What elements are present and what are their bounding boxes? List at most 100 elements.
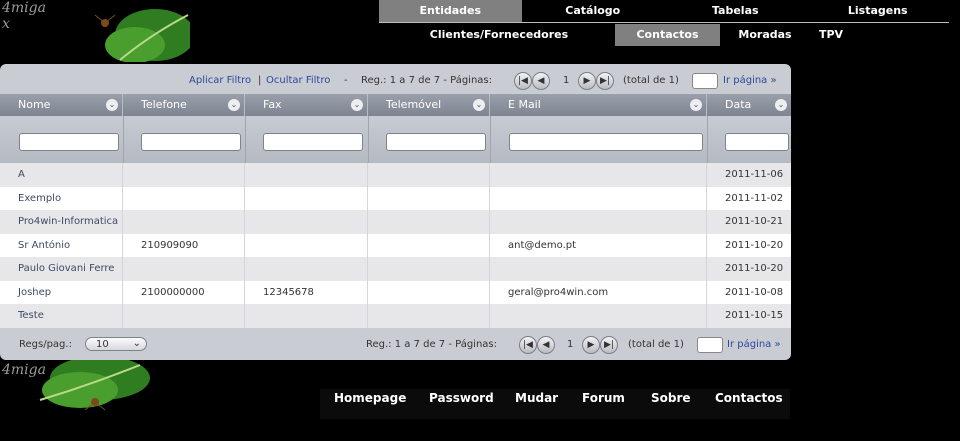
sort-icon[interactable]: ⌄ <box>775 99 787 111</box>
sort-icon[interactable]: ⌄ <box>106 99 118 111</box>
cell-email <box>490 210 707 234</box>
header-label: Data <box>725 98 752 111</box>
per-page-select[interactable]: 10 ⌄ <box>85 337 147 351</box>
tab-tabelas[interactable]: Tabelas <box>664 0 807 22</box>
cell-fax <box>245 210 368 234</box>
cell-email <box>490 257 707 281</box>
cell-telemovel <box>368 186 490 210</box>
prev-page-button[interactable]: ◀ <box>537 336 555 354</box>
cell-email: ant@demo.pt <box>490 233 707 257</box>
cell-nome: Exemplo <box>0 186 123 210</box>
cell-telemovel <box>368 280 490 304</box>
sort-icon[interactable]: ⌄ <box>473 99 485 111</box>
filter-cell <box>490 116 708 163</box>
pager-records-text: Reg.: 1 a 7 de 7 - Páginas: <box>361 75 493 86</box>
footer-link-homepage[interactable]: Homepage <box>334 389 406 411</box>
subtab-moradas[interactable]: Moradas <box>735 24 795 46</box>
cell-telefone: 2100000000 <box>123 280 245 304</box>
filter-data-input[interactable] <box>725 133 789 151</box>
table-row[interactable]: A 2011-11-06 <box>0 163 791 187</box>
header-label: Nome <box>18 98 51 111</box>
logo-bottom: 4miga <box>0 360 190 418</box>
sort-icon[interactable]: ⌄ <box>690 99 702 111</box>
cell-fax <box>245 233 368 257</box>
table-row[interactable]: Pro4win-Informatica 2011-10-21 <box>0 210 791 234</box>
footer-link-forum[interactable]: Forum <box>582 389 625 411</box>
footer-navigation: Homepage Password Mudar Forum Sobre Cont… <box>320 389 790 419</box>
table-row[interactable]: Sr António 210909090 ant@demo.pt 2011-10-20 <box>0 233 791 257</box>
pager-separator: | <box>258 75 262 86</box>
cell-nome: Sr António <box>0 233 123 257</box>
table-row[interactable]: Exemplo 2011-11-02 <box>0 186 791 210</box>
cell-telefone: 210909090 <box>123 233 245 257</box>
pager-dash: - <box>344 75 348 86</box>
cell-fax <box>245 186 368 210</box>
footer-link-contactos[interactable]: Contactos <box>715 389 783 411</box>
tab-catalogo[interactable]: Catálogo <box>522 0 665 22</box>
column-header-nome[interactable]: Nome ⌄ <box>0 94 123 116</box>
footer-link-sobre[interactable]: Sobre <box>651 389 691 411</box>
cell-email: geral@pro4win.com <box>490 280 707 304</box>
header-label: E Mail <box>508 98 541 111</box>
prev-page-button[interactable]: ◀ <box>532 72 550 90</box>
top-navigation: Entidades Catálogo Tabelas Listagens <box>379 0 949 23</box>
filter-fax-input[interactable] <box>263 133 363 151</box>
per-page-value: 10 <box>96 339 109 350</box>
leaf-icon <box>39 360 150 411</box>
logo-text: 4miga <box>2 0 46 16</box>
filter-cell <box>0 116 124 163</box>
tab-entidades[interactable]: Entidades <box>379 0 522 22</box>
footer-link-password[interactable]: Password <box>429 389 494 411</box>
column-header-email[interactable]: E Mail ⌄ <box>490 94 707 116</box>
column-header-fax[interactable]: Fax ⌄ <box>245 94 368 116</box>
filter-cell <box>707 116 791 163</box>
table-row[interactable]: Paulo Giovani Ferre 2011-10-20 <box>0 257 791 281</box>
cell-telemovel <box>368 257 490 281</box>
next-page-button[interactable]: ▶ <box>578 72 596 90</box>
cell-email <box>490 186 707 210</box>
next-page-button[interactable]: ▶ <box>582 336 600 354</box>
cell-telemovel <box>368 233 490 257</box>
table-row[interactable]: Joshep 2100000000 12345678 geral@pro4win.co… <box>0 280 791 304</box>
first-page-button[interactable]: |◀ <box>519 336 537 354</box>
filter-email-input[interactable] <box>509 133 703 151</box>
cell-telefone <box>123 304 245 328</box>
last-page-button[interactable]: ▶| <box>600 336 618 354</box>
sort-icon[interactable]: ⌄ <box>228 99 240 111</box>
goto-page-input[interactable] <box>697 337 723 353</box>
apply-filter-link[interactable]: Aplicar Filtro <box>189 75 251 86</box>
cell-telemovel <box>368 210 490 234</box>
current-page-number: 1 <box>563 75 570 86</box>
goto-page-link[interactable]: Ir página » <box>727 339 781 350</box>
subtab-contactos[interactable]: Contactos <box>615 24 720 46</box>
filter-telemovel-input[interactable] <box>386 133 486 151</box>
filter-nome-input[interactable] <box>19 133 119 151</box>
footer-link-mudar[interactable]: Mudar <box>515 389 558 411</box>
column-header-telefone[interactable]: Telefone ⌄ <box>123 94 245 116</box>
tab-listagens[interactable]: Listagens <box>807 0 950 22</box>
filter-telefone-input[interactable] <box>141 133 241 151</box>
filter-row <box>0 116 791 163</box>
cell-telemovel <box>368 163 490 187</box>
filter-cell <box>245 116 369 163</box>
column-header-data[interactable]: Data ⌄ <box>707 94 791 116</box>
pager-bottom: Regs/pag.: 10 ⌄ Reg.: 1 a 7 de 7 - Página… <box>0 334 791 358</box>
cell-telefone <box>123 186 245 210</box>
cell-nome: A <box>0 163 123 187</box>
sort-icon[interactable]: ⌄ <box>351 99 363 111</box>
subtab-tpv[interactable]: TPV <box>811 24 851 46</box>
hide-filter-link[interactable]: Ocultar Filtro <box>266 75 330 86</box>
goto-page-link[interactable]: Ir página » <box>723 75 777 86</box>
cell-fax <box>245 304 368 328</box>
cell-telefone <box>123 163 245 187</box>
last-page-button[interactable]: ▶| <box>596 72 614 90</box>
cell-fax <box>245 257 368 281</box>
cell-email <box>490 163 707 187</box>
filter-cell <box>123 116 246 163</box>
table-row[interactable]: Teste 2011-10-15 <box>0 304 791 328</box>
first-page-button[interactable]: |◀ <box>514 72 532 90</box>
cell-telefone <box>123 210 245 234</box>
subtab-clientes-fornecedores[interactable]: Clientes/Fornecedores <box>419 24 579 46</box>
goto-page-input[interactable] <box>692 73 718 89</box>
column-header-telemovel[interactable]: Telemóvel ⌄ <box>368 94 490 116</box>
